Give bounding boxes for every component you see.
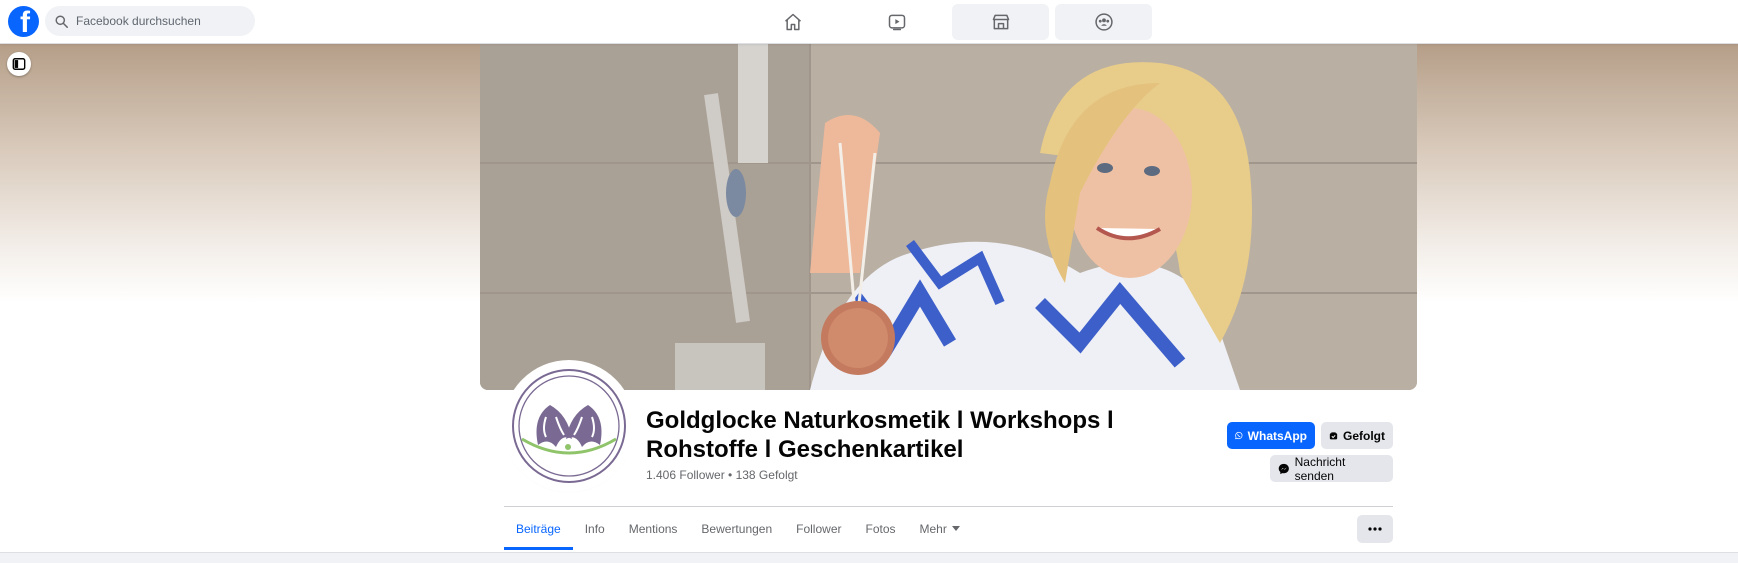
tab-more[interactable]: Mehr [908,508,972,550]
caret-down-icon [951,526,960,531]
more-options-button[interactable] [1357,515,1393,543]
tab-info[interactable]: Info [573,508,617,550]
groups-icon [1094,13,1113,31]
tab-posts[interactable]: Beiträge [504,508,573,550]
feed-background-strip [0,552,1738,563]
sidebar-panel-icon [12,58,26,70]
page-title: Goldglocke Naturkosmetik l Workshops l R… [646,407,1114,463]
tab-followers[interactable]: Follower [784,508,853,550]
tab-mentions[interactable]: Mentions [617,508,690,550]
whatsapp-button[interactable]: WhatsApp [1227,422,1315,449]
follower-stats[interactable]: 1.406 Follower • 138 Gefolgt [646,468,798,482]
tab-photos[interactable]: Fotos [854,508,908,550]
facebook-logo-icon[interactable]: f [8,6,39,37]
search-icon [55,14,68,28]
nav-marketplace-tab[interactable] [952,4,1049,40]
nav-groups-tab[interactable] [1055,4,1152,40]
send-message-button-label: Nachricht senden [1294,454,1346,483]
tab-mentions-label: Mentions [628,522,678,536]
profile-picture[interactable] [506,363,632,489]
nav-video-tab[interactable] [848,4,945,40]
messenger-icon [1278,463,1289,474]
tabs-divider [504,506,1393,507]
profile-tabs: Beiträge Info Mentions Bewertungen Follo… [504,508,972,550]
cover-photo[interactable] [480,43,1417,390]
tab-info-label: Info [584,522,605,536]
sidebar-toggle-button[interactable] [7,52,31,76]
tab-photos-label: Fotos [865,522,896,536]
following-button-label: Gefolgt [1343,428,1385,443]
tab-followers-label: Follower [796,522,842,536]
ellipsis-icon [1368,527,1382,531]
nav-home-tab[interactable] [744,4,841,40]
following-button[interactable]: Gefolgt [1321,422,1393,449]
cover-photo-image [480,43,1417,390]
top-navbar: f [0,0,1738,44]
tab-more-label: Mehr [919,522,947,536]
video-icon [888,14,905,31]
search-box[interactable] [45,6,255,36]
following-check-icon [1329,431,1338,439]
tab-posts-label: Beiträge [516,522,561,536]
tab-reviews-label: Bewertungen [701,522,773,536]
send-message-button[interactable]: Nachricht senden [1270,454,1393,483]
goldglocke-logo-icon [512,369,626,483]
tab-reviews[interactable]: Bewertungen [689,508,784,550]
search-input[interactable] [74,13,248,29]
home-icon [784,13,801,31]
whatsapp-button-label: WhatsApp [1247,428,1307,443]
facebook-logo-letter: f [20,6,30,38]
whatsapp-icon [1235,431,1243,440]
marketplace-icon [992,14,1009,30]
